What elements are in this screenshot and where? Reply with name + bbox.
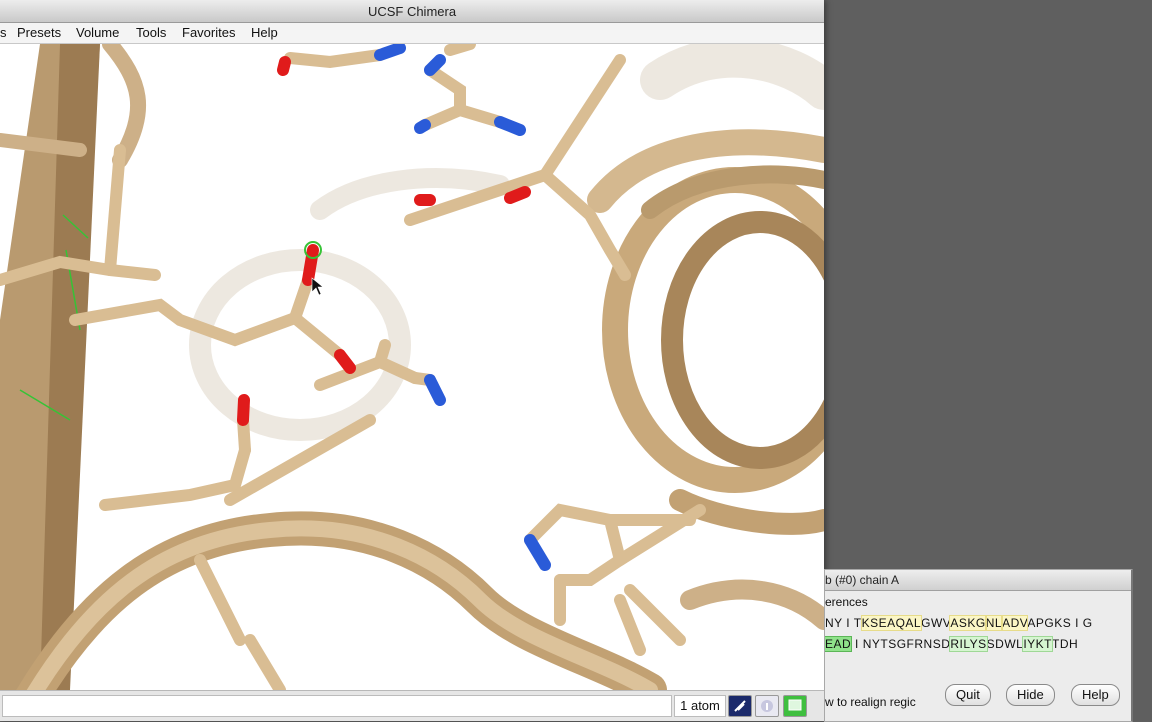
quit-button[interactable]: Quit [945, 684, 991, 706]
sequence-viewer-window: b (#0) chain A erences NY I TKSEAQALGWVA… [824, 569, 1133, 722]
menu-bar: s Presets Volume Tools Favorites Help [0, 23, 824, 44]
window-title: UCSF Chimera [367, 4, 457, 19]
helix-coil [587, 129, 824, 535]
sequence-row-2[interactable]: EAD I NYTSGFRNSDRILYSSDWLIYKTTDH [825, 636, 1078, 652]
realign-hint-text: w to realign regic [825, 695, 916, 709]
sideview-icon[interactable] [728, 695, 752, 717]
menu-item-help[interactable]: Help [251, 25, 278, 40]
menu-item-volume[interactable]: Volume [76, 25, 119, 40]
section-label: erences [825, 595, 868, 609]
menu-item-file-partial[interactable]: s [0, 25, 7, 40]
hide-button[interactable]: Hide [1006, 684, 1055, 706]
menu-item-tools[interactable]: Tools [136, 25, 166, 40]
help-button[interactable]: Help [1071, 684, 1120, 706]
sequence-window-title: b (#0) chain A [825, 573, 900, 587]
title-bar[interactable]: UCSF Chimera [0, 0, 824, 23]
sequence-row-1[interactable]: NY I TKSEAQALGWVASKGNLADVAPGKS I G [825, 615, 1093, 631]
sequence-title-bar[interactable]: b (#0) chain A [825, 570, 1131, 591]
command-line[interactable] [2, 695, 672, 717]
mouse-cursor-icon [311, 277, 324, 296]
molecule-graphics [0, 44, 824, 690]
menu-item-presets[interactable]: Presets [17, 25, 61, 40]
reply-log-icon[interactable] [783, 695, 807, 717]
atom-count-label: 1 atom [674, 695, 726, 717]
background-ribbons [189, 44, 824, 441]
chimera-window: UCSF Chimera s Presets Volume Tools Favo… [0, 0, 824, 721]
status-bar: 1 atom [0, 690, 824, 721]
info-icon[interactable] [755, 695, 779, 717]
molecule-viewport[interactable] [0, 44, 824, 690]
menu-item-favorites[interactable]: Favorites [182, 25, 235, 40]
